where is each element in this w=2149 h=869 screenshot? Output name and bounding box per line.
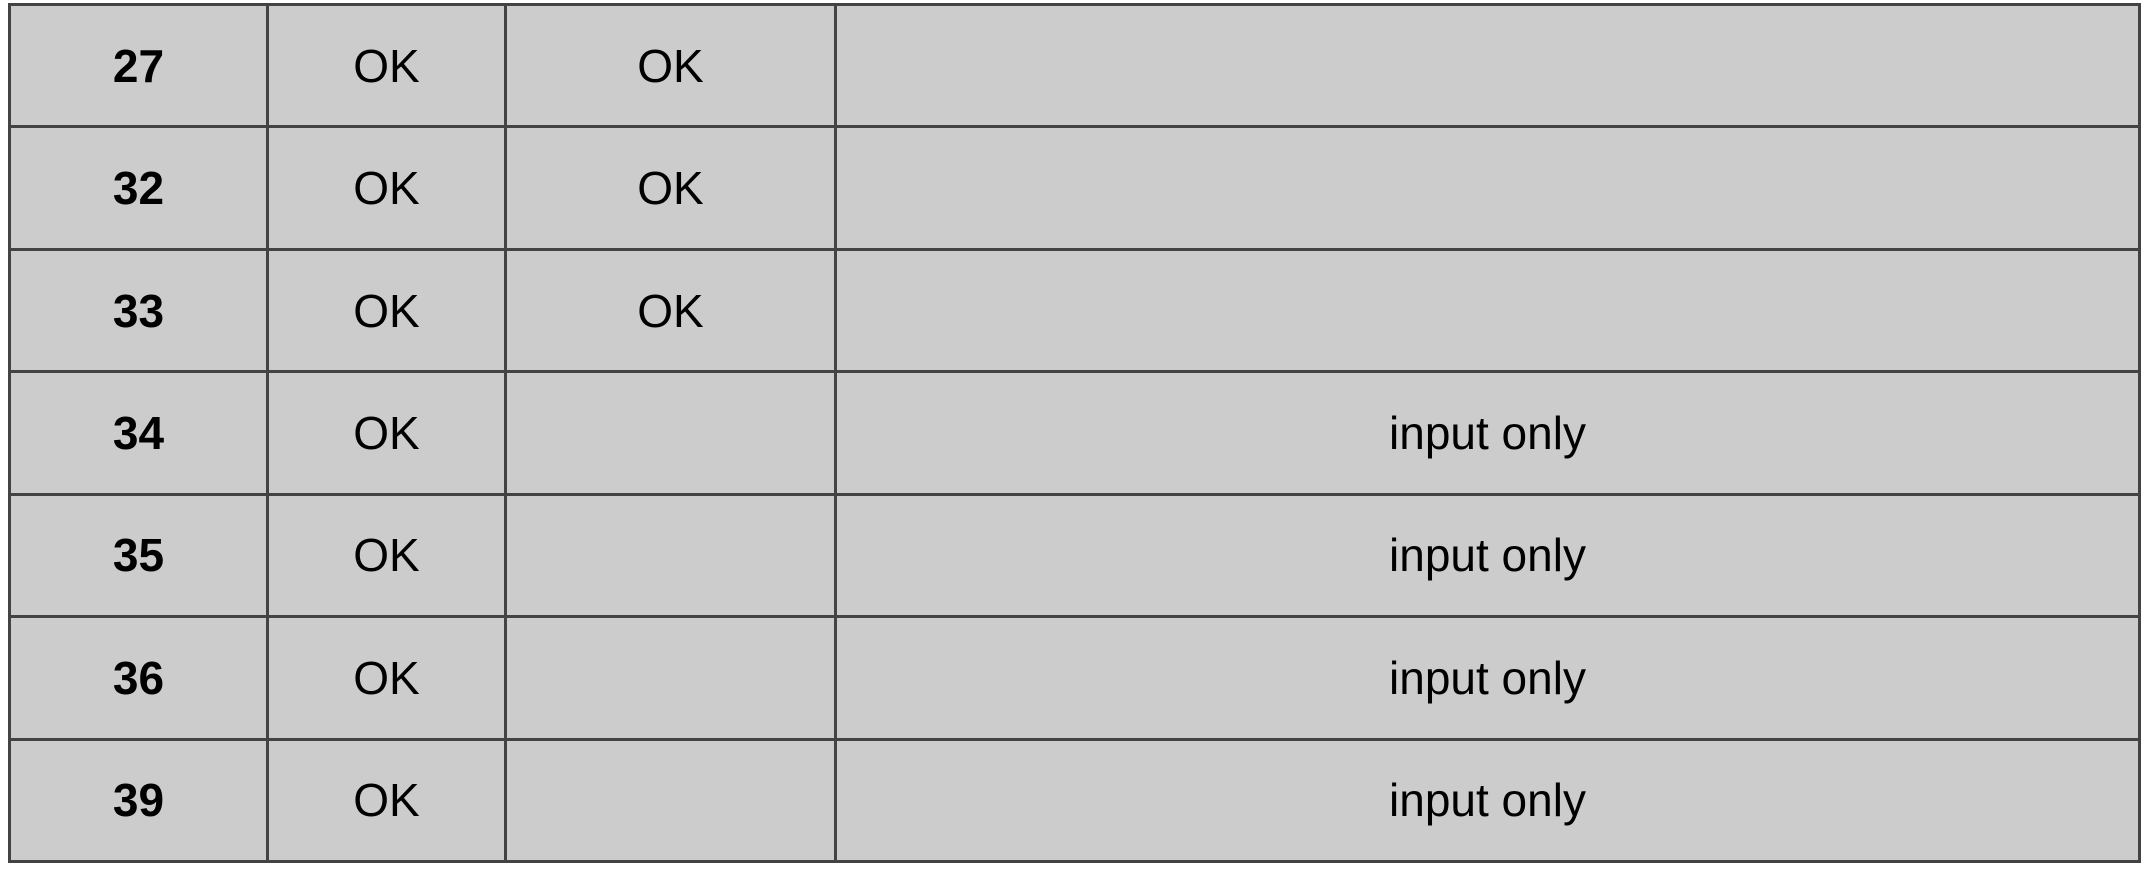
output-cell <box>504 615 837 741</box>
output-cell: OK <box>504 247 837 374</box>
input-cell: OK <box>266 737 507 864</box>
input-cell: OK <box>266 125 507 251</box>
gpio-table-container: 27 OK OK 32 OK OK 33 OK OK 34 OK input o… <box>8 2 2141 864</box>
gpio-number-cell: 35 <box>8 492 269 619</box>
table-row: 34 OK input only <box>8 370 2141 496</box>
input-cell: OK <box>266 247 507 374</box>
gpio-number-cell: 36 <box>8 615 269 741</box>
input-cell: OK <box>266 492 507 619</box>
table-row: 27 OK OK <box>8 2 2141 129</box>
table-row: 36 OK input only <box>8 615 2141 741</box>
notes-cell: input only <box>834 737 2141 864</box>
table-row: 35 OK input only <box>8 492 2141 619</box>
gpio-table: 27 OK OK 32 OK OK 33 OK OK 34 OK input o… <box>8 2 2141 864</box>
input-cell: OK <box>266 370 507 496</box>
table-row: 33 OK OK <box>8 247 2141 374</box>
output-cell <box>504 492 837 619</box>
table-row: 39 OK input only <box>8 737 2141 864</box>
input-cell: OK <box>266 2 507 129</box>
notes-cell <box>834 247 2141 374</box>
output-cell <box>504 737 837 864</box>
gpio-number-cell: 34 <box>8 370 269 496</box>
notes-cell <box>834 2 2141 129</box>
notes-cell: input only <box>834 615 2141 741</box>
gpio-number-cell: 32 <box>8 125 269 251</box>
gpio-number-cell: 27 <box>8 2 269 129</box>
gpio-number-cell: 33 <box>8 247 269 374</box>
gpio-number-cell: 39 <box>8 737 269 864</box>
output-cell: OK <box>504 2 837 129</box>
input-cell: OK <box>266 615 507 741</box>
notes-cell: input only <box>834 492 2141 619</box>
notes-cell <box>834 125 2141 251</box>
output-cell: OK <box>504 125 837 251</box>
notes-cell: input only <box>834 370 2141 496</box>
output-cell <box>504 370 837 496</box>
table-row: 32 OK OK <box>8 125 2141 251</box>
